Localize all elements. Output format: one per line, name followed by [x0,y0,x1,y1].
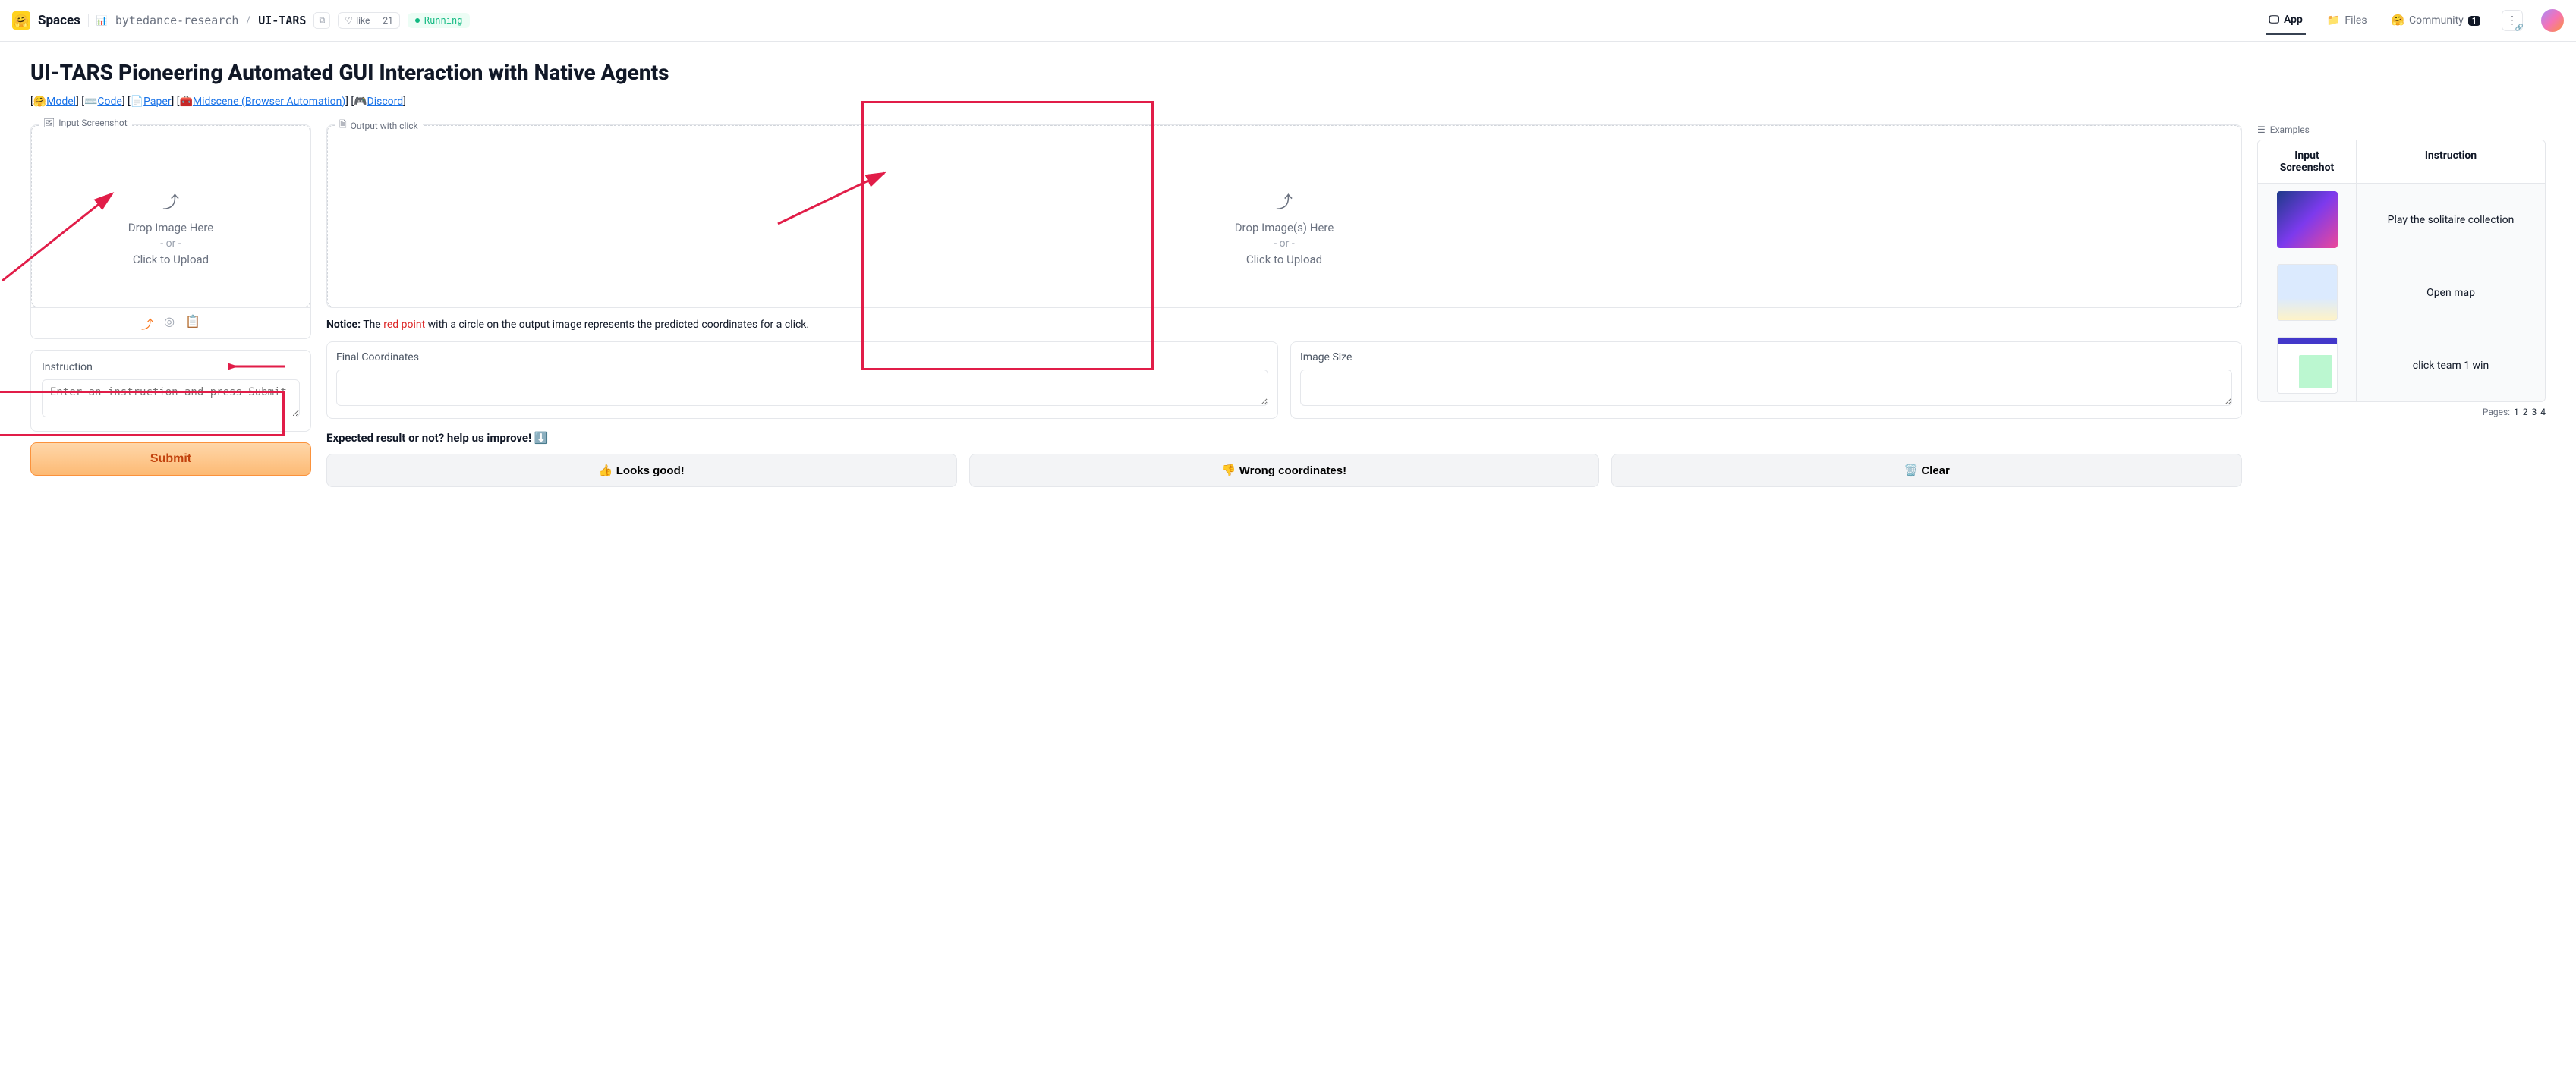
output-panel: 🗎 Output with click ⤴ Drop Image(s) Here… [326,124,2242,308]
file-icon: 🗎 [339,118,347,134]
example-thumb [2258,184,2357,256]
page-link[interactable]: 2 [2523,407,2528,417]
coords-output[interactable] [336,370,1268,406]
example-row[interactable]: Open map [2258,256,2545,329]
drop-text: Drop Image Here [128,221,214,234]
link-icon: 🔗 [2515,24,2524,32]
spaces-label[interactable]: Spaces [38,13,80,28]
space-link[interactable]: UI-TARS [258,14,306,27]
status-dot-icon [415,18,420,23]
click-upload-text: Click to Upload [133,253,209,266]
or-text: - or - [1274,237,1294,250]
tab-app[interactable]: 🖵 App [2266,6,2305,35]
status-pill[interactable]: Running [408,13,471,28]
input-panel-label: 🖼 Input Screenshot [39,118,132,128]
clipboard-icon[interactable]: 📋 [185,314,200,332]
instruction-label: Instruction [42,361,300,373]
example-thumb [2258,256,2357,329]
page-link[interactable]: 3 [2532,407,2537,417]
example-instruction: Open map [2357,256,2545,329]
spaces-icon: 📊 [96,15,108,26]
output-dropzone[interactable]: ⤴ Drop Image(s) Here - or - Click to Upl… [327,125,2241,307]
org-link[interactable]: bytedance-research [115,14,239,27]
content: UI-TARS Pioneering Automated GUI Interac… [0,42,2576,505]
submit-button[interactable]: Submit [30,442,311,476]
col-screenshot: Input Screenshot [2258,140,2357,184]
thumb-image [2277,337,2338,394]
thumb-image [2277,191,2338,248]
community-badge: 1 [2468,16,2480,26]
input-dropzone[interactable]: ⤴ Drop Image Here - or - Click to Upload [31,125,310,307]
right-column: ☰ Examples Input Screenshot Instruction … [2257,124,2546,417]
looks-good-button[interactable]: 👍 Looks good! [326,454,957,487]
more-menu-button[interactable]: ⋮🔗 [2502,10,2523,31]
midscene-link[interactable]: Midscene (Browser Automation) [193,96,345,108]
like-count: 21 [376,13,399,28]
page-link[interactable]: 1 [2514,407,2519,417]
expected-label: Expected result or not? help us improve!… [326,431,2242,445]
coords-label: Final Coordinates [336,351,1268,363]
paper-link[interactable]: Paper [143,96,171,108]
tab-community[interactable]: 🤗 Community 1 [2389,7,2483,34]
left-column: 🖼 Input Screenshot ⤴ Drop Image Here - o… [30,124,311,476]
thumb-image [2277,264,2338,321]
tab-files[interactable]: 📁 Files [2324,7,2370,34]
example-instruction: click team 1 win [2357,329,2545,401]
example-instruction: Play the solitaire collection [2357,184,2545,256]
dropzone-footer: ⤴ ◎ 📋 [31,307,310,338]
code-link[interactable]: Code [97,96,121,108]
files-icon: 📁 [2327,14,2340,27]
pagination: Pages: 1 2 3 4 [2257,407,2546,417]
wrong-coords-button[interactable]: 👎 Wrong coordinates! [969,454,1600,487]
community-icon: 🤗 [2392,14,2404,27]
middle-column: 🗎 Output with click ⤴ Drop Image(s) Here… [326,124,2242,487]
user-avatar[interactable] [2541,9,2564,32]
size-output[interactable] [1300,370,2232,406]
example-row[interactable]: click team 1 win [2258,329,2545,401]
click-upload-text: Click to Upload [1246,253,1322,266]
upload-file-icon[interactable]: ⤴ [141,314,153,332]
examples-header-row: Input Screenshot Instruction [2258,140,2545,184]
copy-button[interactable]: ⧉ [313,12,330,29]
output-panel-label: 🗎 Output with click [335,118,423,134]
notice-text: Notice: The red point with a circle on t… [326,319,2242,331]
output-fields: Final Coordinates Image Size [326,341,2242,419]
input-screenshot-panel: 🖼 Input Screenshot ⤴ Drop Image Here - o… [30,124,311,339]
example-row[interactable]: Play the solitaire collection [2258,184,2545,256]
clear-button[interactable]: 🗑️ Clear [1611,454,2242,487]
list-icon: ☰ [2257,124,2266,135]
hf-logo[interactable]: 🤗 [12,11,30,30]
instruction-panel: Instruction [30,350,311,432]
upload-icon: ⤴ [1276,189,1293,213]
examples-table: Input Screenshot Instruction Play the so… [2257,140,2546,402]
coords-panel: Final Coordinates [326,341,1278,419]
like-pill[interactable]: ♡ like 21 [338,12,399,29]
upload-icon: ⤴ [162,189,179,213]
size-label: Image Size [1300,351,2232,363]
size-panel: Image Size [1290,341,2242,419]
or-text: - or - [160,237,181,250]
heart-icon: ♡ like [339,13,376,28]
instruction-input[interactable] [42,379,300,417]
image-icon: 🖼 [43,118,55,128]
col-instruction: Instruction [2357,140,2545,184]
webcam-icon[interactable]: ◎ [164,314,175,332]
page-link[interactable]: 4 [2540,407,2546,417]
app-icon: 🖵 [2269,14,2279,26]
discord-link[interactable]: Discord [367,96,404,108]
nav-tabs: 🖵 App 📁 Files 🤗 Community 1 ⋮🔗 [2266,6,2564,35]
examples-header: ☰ Examples [2257,124,2546,135]
slash: / [246,14,250,27]
divider [88,14,89,27]
status-text: Running [424,15,463,26]
topbar: 🤗 Spaces 📊 bytedance-research / UI-TARS … [0,0,2576,42]
model-link[interactable]: Model [46,96,76,108]
example-thumb [2258,329,2357,401]
resource-links: [🤗Model] [⌨️Code] [📄Paper] [🧰Midscene (B… [30,96,2546,108]
page-title: UI-TARS Pioneering Automated GUI Interac… [30,60,2546,85]
feedback-row: 👍 Looks good! 👎 Wrong coordinates! 🗑️ Cl… [326,454,2242,487]
drop-text: Drop Image(s) Here [1235,221,1334,234]
